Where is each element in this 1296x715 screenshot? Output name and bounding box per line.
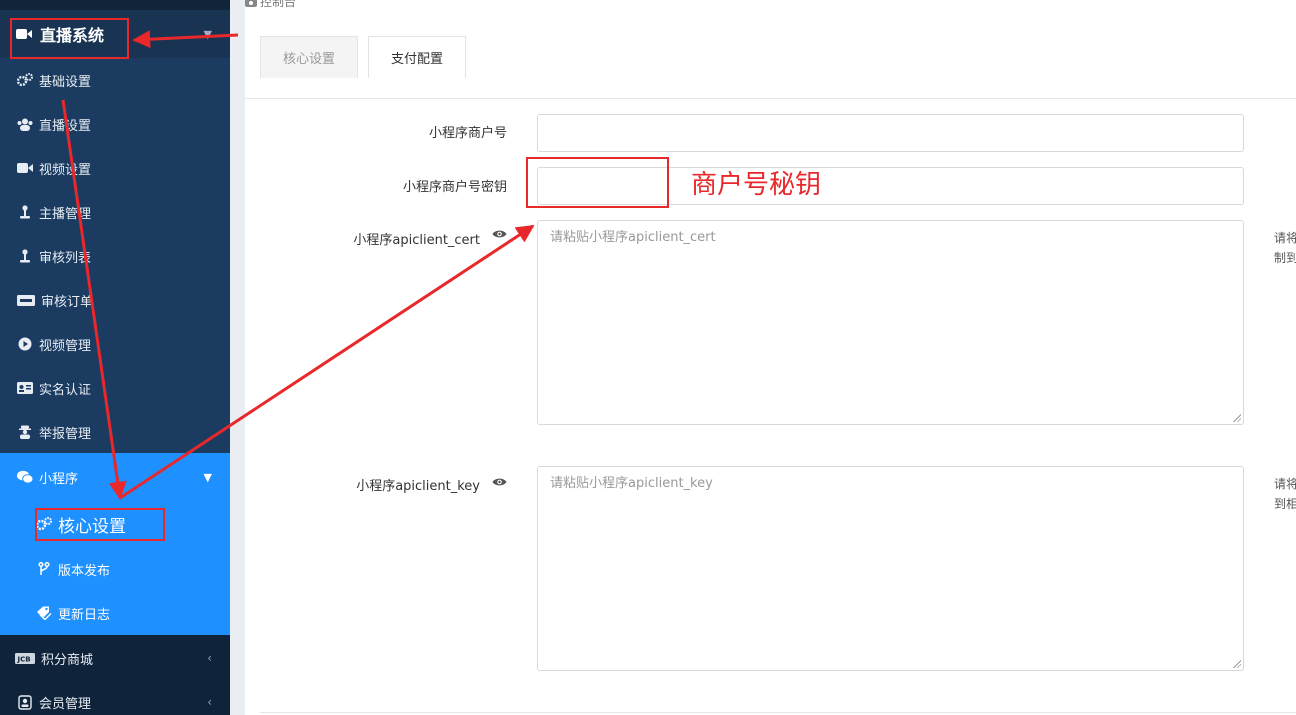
sidebar-item-member-management[interactable]: 会员管理 ‹: [0, 680, 230, 715]
sidebar-top-strip: [0, 0, 230, 10]
sidebar-item-label: 基础设置: [39, 74, 92, 90]
apiclient-key-placeholder: 请粘贴小程序apiclient_key: [550, 476, 713, 491]
eye-icon[interactable]: [492, 229, 507, 239]
chevron-down-icon: ▼: [203, 27, 212, 41]
form-bottom-divider: [260, 712, 1296, 713]
help-line: 制到: [1274, 251, 1296, 265]
dashboard-icon: [245, 0, 257, 7]
breadcrumb-label: 控制台: [260, 0, 297, 9]
tab-payment-config[interactable]: 支付配置: [368, 36, 466, 78]
sidebar-item-label: 审核订单: [41, 294, 94, 310]
video-camera-icon: [17, 162, 33, 174]
sidebar-item-changelog[interactable]: 更新日志: [0, 591, 230, 635]
annotation-box-merchant-key: [526, 157, 669, 208]
sidebar: 直播系统 ▼ 基础设置 直播设置 视频设置 主播管理 审核列表 审核订单 视频管…: [0, 0, 230, 715]
sidebar-bottom: JCB 积分商城 ‹ 会员管理 ‹: [0, 635, 230, 715]
paypal-card-icon: [17, 294, 35, 306]
sidebar-item-video-management[interactable]: 视频管理: [0, 322, 230, 366]
tab-label: 支付配置: [390, 52, 443, 67]
sidebar-item-label: 审核列表: [39, 250, 92, 266]
tab-label: 核心设置: [282, 52, 335, 67]
apiclient-cert-help: 请将 制到: [1274, 228, 1296, 268]
users-icon: [17, 118, 33, 131]
sidebar-item-version-release[interactable]: 版本发布: [0, 547, 230, 591]
apiclient-cert-label: 小程序apiclient_cert: [353, 233, 480, 248]
sidebar-item-label: 版本发布: [58, 563, 111, 579]
sidebar-item-basic-settings[interactable]: 基础设置: [0, 58, 230, 102]
cogs-icon: [17, 73, 33, 87]
apiclient-key-help: 请将 到相: [1274, 474, 1296, 514]
user-icon: [17, 694, 33, 710]
play-circle-icon: [17, 337, 33, 351]
main-content: 控制台 核心设置 支付配置 小程序商户号 小程序商户号密钥 小程序apiclie…: [230, 0, 1296, 715]
breadcrumb[interactable]: 控制台: [245, 0, 296, 10]
sidebar-item-anchor-management[interactable]: 主播管理: [0, 190, 230, 234]
sidebar-item-label: 实名认证: [39, 382, 92, 398]
anchor-icon: [17, 205, 33, 219]
content-gutter: [230, 0, 245, 715]
sidebar-item-label: 更新日志: [58, 607, 111, 623]
sidebar-item-label: 会员管理: [39, 696, 92, 712]
help-line: 到相: [1274, 497, 1296, 511]
sidebar-item-label: 主播管理: [39, 206, 92, 222]
sidebar-item-label: 视频管理: [39, 338, 92, 354]
id-card-icon: [17, 382, 33, 394]
merchant-key-label: 小程序商户号密钥: [402, 180, 507, 195]
sidebar-item-label: 直播设置: [39, 118, 92, 134]
sidebar-group-mini-program: 小程序 ▼ 核心设置 版本发布 更新日志: [0, 453, 230, 635]
sidebar-item-review-orders[interactable]: 审核订单: [0, 278, 230, 322]
annotation-box-live-system: [10, 18, 129, 59]
chevron-left-icon: ‹: [207, 695, 212, 709]
user-secret-icon: [17, 425, 33, 439]
merchant-id-input[interactable]: [537, 114, 1244, 152]
annotation-box-core-settings: [35, 508, 165, 541]
wechat-icon: [17, 470, 33, 484]
sidebar-item-label: 举报管理: [39, 426, 92, 442]
sidebar-item-label: 视频设置: [39, 162, 92, 178]
chevron-down-icon: ▼: [203, 470, 212, 484]
sidebar-item-label: 小程序: [39, 471, 79, 487]
sidebar-item-review-list[interactable]: 审核列表: [0, 234, 230, 278]
resize-handle[interactable]: [1233, 660, 1241, 668]
apiclient-key-textarea[interactable]: 请粘贴小程序apiclient_key: [537, 466, 1244, 671]
tab-core-settings[interactable]: 核心设置: [260, 36, 358, 78]
sidebar-item-live-settings[interactable]: 直播设置: [0, 102, 230, 146]
apiclient-cert-placeholder: 请粘贴小程序apiclient_cert: [550, 230, 716, 245]
tags-icon: [36, 606, 52, 620]
eye-icon[interactable]: [492, 477, 507, 487]
help-line: 请将: [1274, 477, 1296, 491]
merchant-id-label: 小程序商户号: [428, 126, 507, 141]
jcb-card-icon: JCB: [15, 652, 35, 664]
chevron-left-icon: ‹: [207, 651, 212, 665]
anchor-icon: [17, 249, 33, 263]
sidebar-item-label: 积分商城: [41, 652, 94, 668]
sidebar-item-points-mall[interactable]: JCB 积分商城 ‹: [0, 636, 230, 680]
apiclient-cert-textarea[interactable]: 请粘贴小程序apiclient_cert: [537, 220, 1244, 425]
sidebar-item-real-name-verification[interactable]: 实名认证: [0, 366, 230, 410]
sidebar-item-video-settings[interactable]: 视频设置: [0, 146, 230, 190]
resize-handle[interactable]: [1233, 414, 1241, 422]
annotation-text: 商户号秘钥: [691, 170, 822, 200]
help-line: 请将: [1274, 231, 1296, 245]
code-fork-icon: [36, 562, 52, 576]
svg-text:JCB: JCB: [17, 655, 31, 663]
tab-divider: [245, 98, 1296, 99]
sidebar-item-report-management[interactable]: 举报管理: [0, 410, 230, 454]
sidebar-item-mini-program[interactable]: 小程序 ▼: [0, 455, 230, 499]
apiclient-key-label: 小程序apiclient_key: [356, 479, 480, 494]
